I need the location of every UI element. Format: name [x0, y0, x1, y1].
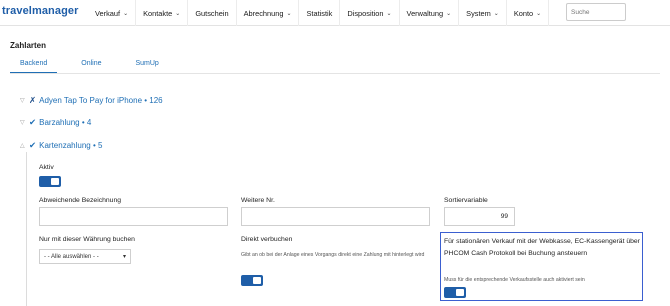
nav-konto[interactable]: Konto ⌄: [507, 0, 550, 26]
tab-backend[interactable]: Backend: [10, 58, 58, 74]
check-icon: ✔: [29, 117, 37, 127]
main-nav: Verkauf ⌄ Kontakte ⌄ Gutschein Abrechnung ⌄…: [88, 0, 550, 26]
tab-sumup[interactable]: SumUp: [125, 58, 168, 74]
abweichende-label: Abweichende Bezeichnung: [39, 197, 122, 204]
check-icon: ✔: [29, 140, 37, 150]
chevron-right-icon: ▽: [20, 120, 25, 126]
chevron-up-icon: △: [20, 143, 25, 149]
nav-gutschein[interactable]: Gutschein: [188, 0, 237, 26]
aktiv-label: Aktiv: [39, 164, 54, 171]
stationaer-label: Für stationären Verkauf mit der Webkasse…: [444, 238, 640, 257]
section-barzahlung[interactable]: ▽ ✔ Barzahlung • 4: [20, 117, 91, 128]
stationaer-hint: Muss für die entsprechende Verkaufsstell…: [444, 277, 585, 283]
aktiv-toggle[interactable]: [39, 176, 61, 187]
chevron-right-icon: ▽: [20, 98, 25, 104]
nav-verkauf[interactable]: Verkauf ⌄: [88, 0, 137, 26]
section-label: Kartenzahlung • 5: [39, 141, 103, 150]
stationaer-toggle[interactable]: [444, 287, 466, 298]
page-title: Zahlarten: [10, 41, 47, 50]
nav-kontakte[interactable]: Kontakte ⌄: [136, 0, 189, 26]
chevron-down-icon: ⌄: [446, 10, 452, 17]
nav-disposition[interactable]: Disposition ⌄: [340, 0, 400, 26]
chevron-down-icon: ⌄: [175, 10, 181, 17]
section-guide-line: [26, 152, 27, 306]
search-input[interactable]: [566, 3, 626, 21]
nav-verwaltung[interactable]: Verwaltung ⌄: [400, 0, 460, 26]
section-label: Adyen Tap To Pay for iPhone • 126: [39, 96, 163, 105]
nav-label: Gutschein: [195, 8, 229, 18]
weitere-nr-label: Weitere Nr.: [241, 197, 275, 204]
sortiervariable-input[interactable]: 99: [444, 207, 515, 226]
chevron-down-icon: ▾: [122, 254, 126, 260]
nav-system[interactable]: System ⌄: [459, 0, 507, 26]
chevron-down-icon: ⌄: [286, 10, 292, 17]
nav-label: Konto: [513, 8, 534, 18]
abweichende-bezeichnung-input[interactable]: [39, 207, 228, 226]
toggle-knob: [456, 289, 464, 296]
direkt-verbuchen-hint: Gibt an ob bei der Anlage eines Vorgangs…: [241, 252, 425, 258]
chevron-down-icon: ⌄: [123, 10, 129, 17]
section-label: Barzahlung • 4: [39, 118, 92, 127]
top-navbar: travelmanager Verkauf ⌄ Kontakte ⌄ Gutsche…: [0, 0, 670, 26]
nav-label: Disposition: [347, 8, 384, 18]
nav-label: Kontakte: [143, 8, 173, 18]
app-logo[interactable]: travelmanager: [2, 5, 79, 17]
chevron-down-icon: ⌄: [493, 10, 499, 17]
nav-statistik[interactable]: Statistik: [299, 0, 341, 26]
nav-label: Verkauf: [95, 8, 121, 18]
direkt-verbuchen-label: Direkt verbuchen: [241, 236, 293, 243]
weitere-nr-input[interactable]: [241, 207, 430, 226]
toggle-knob: [51, 178, 59, 185]
nav-label: Abrechnung: [243, 8, 284, 18]
cross-icon: ✗: [29, 95, 37, 105]
nav-label: Statistik: [306, 8, 333, 18]
section-kartenzahlung[interactable]: △ ✔ Kartenzahlung • 5: [20, 140, 102, 151]
tab-online[interactable]: Online: [71, 58, 111, 74]
tab-bar: Backend Online SumUp: [10, 58, 183, 74]
waehrung-selected: - - Alle auswählen - -: [44, 253, 99, 260]
nav-label: System: [466, 8, 491, 18]
section-adyen[interactable]: ▽ ✗ Adyen Tap To Pay for iPhone • 126: [20, 95, 163, 106]
chevron-down-icon: ⌄: [386, 10, 392, 17]
toggle-knob: [253, 277, 261, 284]
waehrung-label: Nur mit dieser Währung buchen: [39, 236, 135, 243]
chevron-down-icon: ⌄: [536, 10, 542, 17]
sortiervariable-label: Sortiervariable: [444, 197, 488, 204]
nav-abrechnung[interactable]: Abrechnung ⌄: [237, 0, 300, 26]
direkt-verbuchen-toggle[interactable]: [241, 275, 263, 286]
tabs-divider: [10, 73, 660, 74]
waehrung-select[interactable]: - - Alle auswählen - - ▾: [39, 249, 131, 264]
nav-label: Verwaltung: [406, 8, 444, 18]
